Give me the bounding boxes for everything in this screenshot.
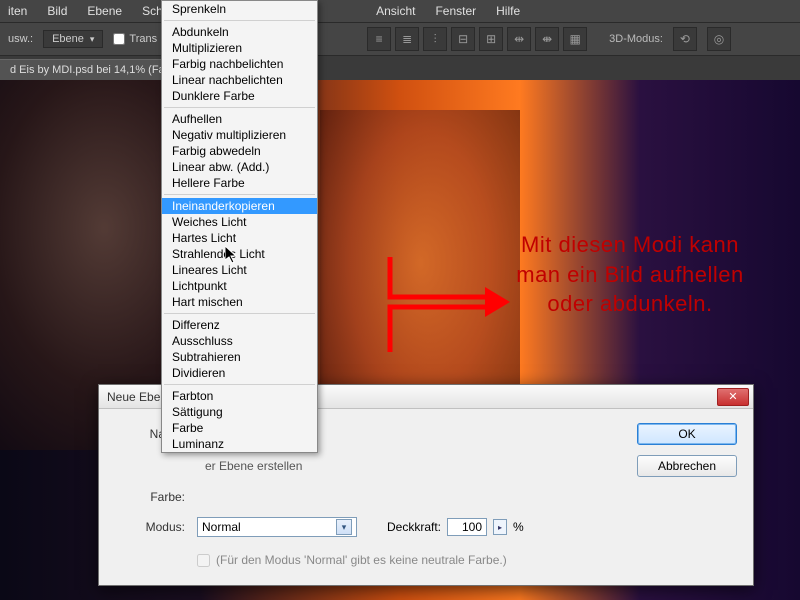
blend-mode-option[interactable]: Weiches Licht [162, 214, 317, 230]
separator [164, 107, 315, 108]
3d-rotate-icon[interactable]: ⟲ [673, 27, 697, 51]
blend-mode-option[interactable]: Hart mischen [162, 294, 317, 310]
color-label: Farbe: [115, 490, 185, 504]
mode-combo[interactable]: Normal ▾ [197, 517, 357, 537]
blend-mode-option[interactable]: Farbig nachbelichten [162, 56, 317, 72]
3d-mode-label: 3D-Modus: [609, 33, 663, 45]
blend-mode-option[interactable]: Sättigung [162, 404, 317, 420]
blend-mode-option[interactable]: Subtrahieren [162, 349, 317, 365]
layer-target-combo[interactable]: Ebene [43, 30, 103, 48]
blend-mode-option[interactable]: Dividieren [162, 365, 317, 381]
neutral-checkbox [197, 554, 210, 567]
menu-item[interactable]: iten [8, 4, 27, 18]
menu-item[interactable]: Hilfe [496, 4, 520, 18]
menu-item[interactable]: Fenster [435, 4, 476, 18]
document-tab[interactable]: d Eis by MDI.psd bei 14,1% (Fa [0, 59, 175, 80]
opacity-spinner[interactable]: ▸ [493, 519, 507, 535]
blend-mode-option[interactable]: Dunklere Farbe [162, 88, 317, 104]
blend-mode-option[interactable]: Negativ multiplizieren [162, 127, 317, 143]
distribute-icon[interactable]: ▦ [563, 27, 587, 51]
separator [164, 20, 315, 21]
checkbox-icon[interactable] [113, 33, 125, 45]
annotation-arrow-icon [330, 252, 510, 362]
separator [164, 313, 315, 314]
align-icon[interactable]: ⊟ [451, 27, 475, 51]
align-icon[interactable]: ≡ [367, 27, 391, 51]
blend-mode-dropdown[interactable]: Sprenkeln AbdunkelnMultiplizierenFarbig n… [161, 0, 318, 453]
blend-mode-option[interactable]: Ineinanderkopieren [162, 198, 317, 214]
blend-mode-option[interactable]: Aufhellen [162, 111, 317, 127]
cancel-button[interactable]: Abbrechen [637, 455, 737, 477]
align-icon[interactable]: ⫶ [423, 27, 447, 51]
annotation-text: Mit diesen Modi kann man ein Bild aufhel… [500, 230, 760, 319]
neutral-color-row: (Für den Modus 'Normal' gibt es keine ne… [197, 547, 737, 567]
align-icon[interactable]: ⊞ [479, 27, 503, 51]
close-icon: ✕ [728, 390, 737, 403]
blend-mode-option[interactable]: Hartes Licht [162, 230, 317, 246]
blend-mode-option[interactable]: Ausschluss [162, 333, 317, 349]
blend-mode-option[interactable]: Lichtpunkt [162, 278, 317, 294]
separator [164, 194, 315, 195]
blend-mode-option[interactable]: Farbe [162, 420, 317, 436]
align-icon[interactable]: ≣ [395, 27, 419, 51]
opacity-suffix: % [513, 520, 524, 534]
opacity-label: Deckkraft: [387, 520, 441, 534]
opacity-field[interactable] [447, 518, 487, 536]
blend-mode-option[interactable]: Hellere Farbe [162, 175, 317, 191]
blend-mode-option[interactable]: Linear abw. (Add.) [162, 159, 317, 175]
3d-orbit-icon[interactable]: ◎ [707, 27, 731, 51]
transparency-checkbox[interactable]: Trans [113, 33, 157, 45]
menu-item[interactable]: Bild [47, 4, 67, 18]
option-label: usw.: [8, 33, 33, 45]
blend-mode-option[interactable]: Abdunkeln [162, 24, 317, 40]
distribute-icon[interactable]: ⇹ [507, 27, 531, 51]
distribute-icon[interactable]: ⇼ [535, 27, 559, 51]
blend-mode-option[interactable]: Multiplizieren [162, 40, 317, 56]
close-button[interactable]: ✕ [717, 388, 749, 406]
blend-mode-option[interactable]: Farbig abwedeln [162, 143, 317, 159]
prev-layer-text: er Ebene erstellen [197, 459, 615, 473]
ok-button[interactable]: OK [637, 423, 737, 445]
separator [164, 384, 315, 385]
blend-mode-option[interactable]: Differenz [162, 317, 317, 333]
blend-mode-option[interactable]: Farbton [162, 388, 317, 404]
chevron-down-icon: ▾ [336, 519, 352, 535]
blend-mode-option[interactable]: Sprenkeln [162, 1, 317, 17]
mode-label: Modus: [115, 520, 185, 534]
menu-item[interactable]: Ebene [87, 4, 122, 18]
blend-mode-option[interactable]: Luminanz [162, 436, 317, 452]
cursor-icon [225, 246, 241, 267]
menu-item[interactable]: Ansicht [376, 4, 415, 18]
blend-mode-option[interactable]: Linear nachbelichten [162, 72, 317, 88]
